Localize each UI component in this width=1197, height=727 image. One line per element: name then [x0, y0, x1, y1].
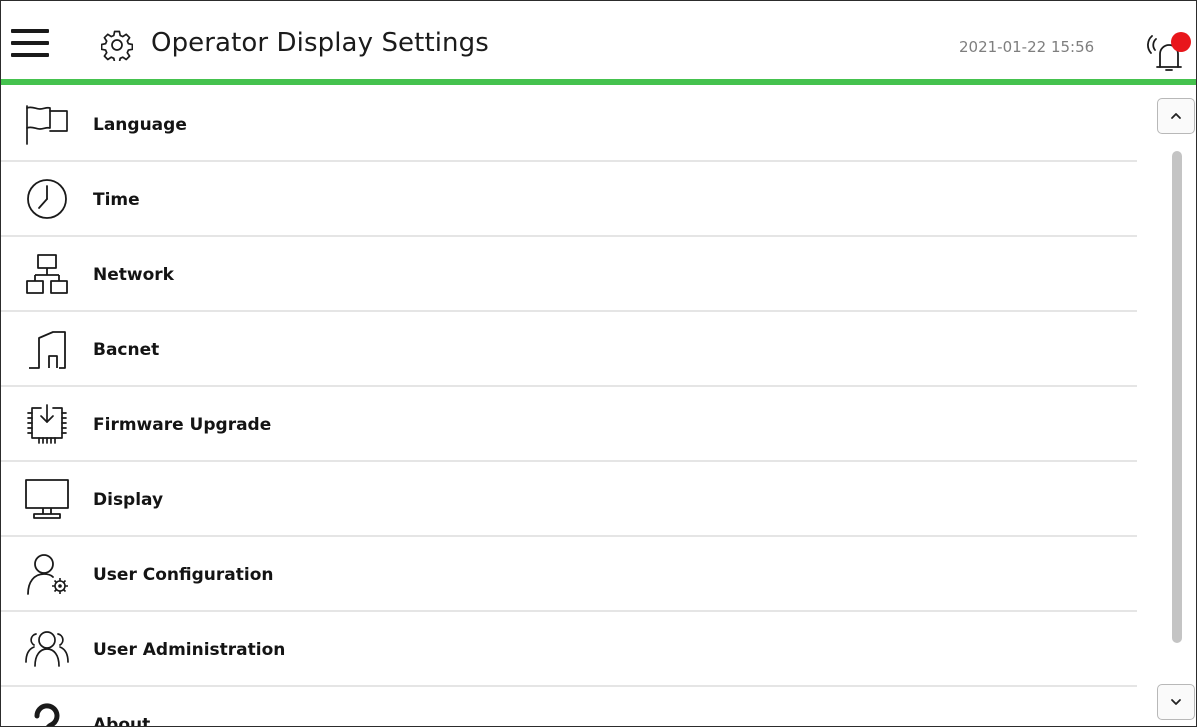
app-window: Operator Display Settings 2021-01-22 15:…: [0, 0, 1197, 727]
menu-item-network[interactable]: Network: [1, 236, 1137, 312]
menu-item-bacnet[interactable]: Bacnet: [1, 311, 1137, 387]
menu-item-label: Network: [93, 265, 174, 285]
menu-item-label: Firmware Upgrade: [93, 415, 272, 435]
clock-icon: [27, 179, 67, 219]
scroll-down-button[interactable]: [1157, 684, 1195, 720]
network-icon: [26, 254, 68, 294]
menu-item-label: Language: [93, 115, 187, 135]
menu-item-language[interactable]: Language: [1, 86, 1137, 162]
chevron-up-icon: [1171, 113, 1181, 119]
menu-item-user-configuration[interactable]: User Configuration: [1, 536, 1137, 612]
datetime-display: 2021-01-22 15:56: [959, 38, 1095, 56]
scrollbar-thumb[interactable]: [1172, 151, 1182, 643]
users-icon: [25, 631, 69, 667]
scroll-up-button[interactable]: [1157, 98, 1195, 134]
menu-item-user-administration[interactable]: User Administration: [1, 611, 1137, 687]
settings-menu-list: Language Time Network Bacnet Firmware Up…: [1, 86, 1141, 726]
menu-item-firmware-upgrade[interactable]: Firmware Upgrade: [1, 386, 1137, 462]
chevron-down-icon: [1171, 699, 1181, 705]
menu-item-display[interactable]: Display: [1, 461, 1137, 537]
alarm-badge: [1171, 32, 1191, 52]
menu-item-label: User Administration: [93, 640, 286, 660]
gear-icon: [101, 30, 133, 61]
menu-item-label: About: [93, 715, 151, 726]
flag-icon: [26, 105, 68, 145]
hamburger-menu-icon[interactable]: [11, 27, 49, 59]
alarm-bell-icon[interactable]: [1147, 29, 1193, 73]
building-icon: [29, 331, 66, 369]
user-settings-icon: [27, 554, 68, 595]
header-accent-bar: [1, 79, 1196, 85]
menu-item-label: Time: [93, 190, 140, 210]
menu-item-label: Bacnet: [93, 340, 160, 360]
firmware-chip-icon: [27, 404, 67, 444]
page-title: Operator Display Settings: [151, 28, 489, 58]
question-icon: [34, 703, 60, 726]
menu-item-about[interactable]: About: [1, 686, 1137, 726]
menu-item-time[interactable]: Time: [1, 161, 1137, 237]
menu-item-label: User Configuration: [93, 565, 274, 585]
monitor-icon: [25, 479, 69, 519]
app-header: Operator Display Settings 2021-01-22 15:…: [1, 1, 1196, 79]
menu-item-label: Display: [93, 490, 164, 510]
